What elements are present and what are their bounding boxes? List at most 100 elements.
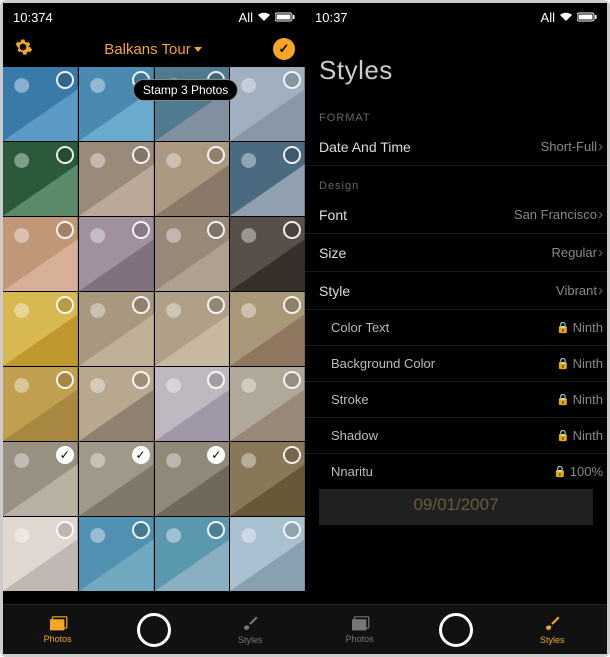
- selection-indicator[interactable]: ✓: [56, 446, 74, 464]
- album-title-dropdown[interactable]: Balkans Tour: [104, 41, 201, 58]
- selection-indicator[interactable]: [132, 221, 150, 239]
- selection-indicator[interactable]: [56, 521, 74, 539]
- selection-indicator[interactable]: [56, 146, 74, 164]
- shutter-button[interactable]: [137, 613, 171, 647]
- brush-icon: [241, 615, 259, 633]
- status-carrier: All: [541, 10, 555, 25]
- lock-icon: 🔒: [556, 357, 570, 370]
- photo-thumbnail[interactable]: [79, 217, 154, 291]
- selection-indicator[interactable]: [283, 221, 301, 239]
- row-style[interactable]: Style Vibrant›: [305, 272, 607, 310]
- selection-indicator[interactable]: ✓: [132, 446, 150, 464]
- row-size[interactable]: Size Regular›: [305, 234, 607, 272]
- wifi-icon: [257, 12, 271, 22]
- photo-thumbnail[interactable]: [3, 517, 78, 591]
- photo-thumbnail[interactable]: [155, 142, 230, 216]
- row-color-text[interactable]: Color Text 🔒Ninth: [305, 310, 607, 346]
- row-value: Short-Full: [541, 139, 597, 154]
- status-time: 10:37: [315, 10, 348, 25]
- selection-indicator[interactable]: [132, 371, 150, 389]
- photo-thumbnail[interactable]: [3, 67, 78, 141]
- photo-thumbnail[interactable]: [79, 517, 154, 591]
- brush-icon: [543, 615, 561, 633]
- photo-thumbnail[interactable]: [230, 67, 305, 141]
- tab-label: Styles: [540, 635, 565, 645]
- selection-indicator[interactable]: [56, 221, 74, 239]
- gear-icon[interactable]: [13, 37, 33, 62]
- photo-thumbnail[interactable]: [155, 292, 230, 366]
- photo-thumbnail[interactable]: [230, 292, 305, 366]
- selection-indicator[interactable]: [283, 446, 301, 464]
- selection-indicator[interactable]: [283, 371, 301, 389]
- photo-thumbnail[interactable]: [230, 442, 305, 516]
- photo-thumbnail[interactable]: [230, 217, 305, 291]
- row-label: Size: [319, 245, 346, 261]
- album-title-text: Balkans Tour: [104, 41, 190, 58]
- row-value: Ninth: [573, 356, 603, 371]
- tab-styles[interactable]: Styles: [220, 615, 280, 645]
- status-bar: 10:37 All: [305, 3, 607, 31]
- row-shadow[interactable]: Shadow 🔒Ninth: [305, 418, 607, 454]
- row-date-and-time[interactable]: Date And Time Short-Full›: [305, 128, 607, 166]
- photo-thumbnail[interactable]: [230, 367, 305, 441]
- page-title: Styles: [305, 45, 607, 104]
- tab-bar: Photos Styles: [3, 604, 305, 654]
- chevron-right-icon: ›: [598, 244, 603, 261]
- photo-thumbnail[interactable]: ✓: [3, 442, 78, 516]
- selection-indicator[interactable]: [283, 71, 301, 89]
- battery-icon: [577, 12, 597, 22]
- photo-thumbnail[interactable]: [3, 142, 78, 216]
- selection-indicator[interactable]: [132, 296, 150, 314]
- photo-thumbnail[interactable]: [3, 217, 78, 291]
- row-stroke[interactable]: Stroke 🔒Ninth: [305, 382, 607, 418]
- selection-indicator[interactable]: [132, 521, 150, 539]
- photo-thumbnail[interactable]: [155, 367, 230, 441]
- row-value: San Francisco: [514, 207, 597, 222]
- lock-icon: 🔒: [556, 321, 570, 334]
- selection-indicator[interactable]: [56, 71, 74, 89]
- selection-indicator[interactable]: [283, 146, 301, 164]
- stamp-count-badge[interactable]: Stamp 3 Photos: [133, 79, 238, 101]
- photo-thumbnail[interactable]: ✓: [79, 442, 154, 516]
- row-label: Background Color: [331, 356, 435, 371]
- row-value: Vibrant: [556, 283, 597, 298]
- selection-indicator[interactable]: [283, 296, 301, 314]
- row-font[interactable]: Font San Francisco›: [305, 196, 607, 234]
- selection-indicator[interactable]: [283, 521, 301, 539]
- row-background-color[interactable]: Background Color 🔒Ninth: [305, 346, 607, 382]
- photo-thumbnail[interactable]: ✓: [155, 442, 230, 516]
- section-format: FORMAT: [305, 104, 607, 128]
- selection-indicator[interactable]: [132, 146, 150, 164]
- photo-thumbnail[interactable]: [79, 292, 154, 366]
- photo-thumbnail[interactable]: [79, 142, 154, 216]
- row-value: Regular: [551, 245, 597, 260]
- photo-thumbnail[interactable]: [79, 367, 154, 441]
- photos-header: Balkans Tour ✓: [3, 31, 305, 67]
- photo-thumbnail[interactable]: [155, 217, 230, 291]
- tab-styles[interactable]: Styles: [522, 615, 582, 645]
- status-bar: 10:374 All: [3, 3, 305, 31]
- photos-icon: [350, 616, 370, 632]
- row-label: Shadow: [331, 428, 378, 443]
- status-carrier: All: [239, 10, 253, 25]
- status-time: 10:374: [13, 10, 53, 25]
- row-opacity[interactable]: Nnaritu 🔒100%: [305, 454, 607, 489]
- lock-icon: 🔒: [556, 429, 570, 442]
- select-mode-button[interactable]: ✓: [273, 38, 295, 60]
- row-label: Stroke: [331, 392, 369, 407]
- tab-photos[interactable]: Photos: [28, 616, 88, 644]
- photo-thumbnail[interactable]: [3, 367, 78, 441]
- chevron-right-icon: ›: [598, 138, 603, 155]
- shutter-button[interactable]: [439, 613, 473, 647]
- tab-label: Photos: [44, 634, 72, 644]
- styles-list[interactable]: Styles FORMAT Date And Time Short-Full› …: [305, 31, 607, 604]
- tab-photos[interactable]: Photos: [330, 616, 390, 644]
- row-label: Nnaritu: [331, 464, 373, 479]
- photo-thumbnail[interactable]: [3, 292, 78, 366]
- selection-indicator[interactable]: [56, 296, 74, 314]
- selection-indicator[interactable]: [56, 371, 74, 389]
- chevron-right-icon: ›: [598, 206, 603, 223]
- photo-thumbnail[interactable]: [230, 517, 305, 591]
- photo-thumbnail[interactable]: [230, 142, 305, 216]
- photo-thumbnail[interactable]: [155, 517, 230, 591]
